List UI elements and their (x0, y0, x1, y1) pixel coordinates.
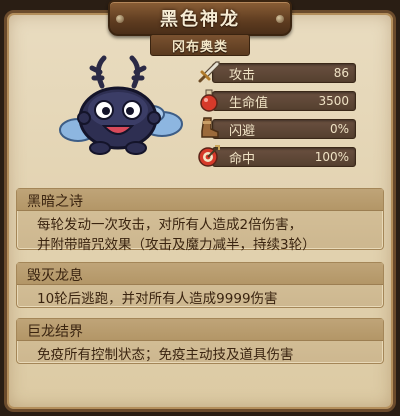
skill-card-dragon-barrier: 巨龙结界 免疫所有控制状态；免疫主动技及道具伤害 (16, 318, 384, 364)
skill-description: 每轮发动一次攻击，对所有人造成2倍伤害， 并附带暗咒效果（攻击及魔力减半，持续3… (17, 211, 383, 261)
black-dragon-blob-icon (59, 55, 183, 155)
title-plate: 黑色神龙 (108, 0, 292, 36)
stat-bar: 攻击 86 (212, 63, 356, 83)
stat-health: 生命值 3500 (196, 89, 356, 112)
rivet-icon (116, 15, 124, 23)
rivet-icon (276, 15, 284, 23)
skill-description-line: 10轮后逃跑，并对所有人造成9999伤害 (37, 291, 278, 307)
skill-card-dark-poem: 黑暗之诗 每轮发动一次攻击，对所有人造成2倍伤害， 并附带暗咒效果（攻击及魔力减… (16, 188, 384, 253)
stat-bar: 闪避 0% (212, 119, 356, 139)
stat-value: 100% (314, 150, 349, 164)
health-potion-icon (200, 89, 218, 112)
skill-description: 10轮后逃跑，并对所有人造成9999伤害 (17, 285, 383, 315)
skill-name: 毁灭龙息 (17, 263, 383, 285)
stat-label: 攻击 (229, 67, 256, 83)
stat-label: 命中 (229, 151, 256, 167)
skill-card-destruction-breath: 毁灭龙息 10轮后逃跑，并对所有人造成9999伤害 (16, 262, 384, 308)
stat-value: 86 (333, 66, 349, 80)
skill-description-line: 免疫所有控制状态；免疫主动技及道具伤害 (37, 347, 294, 363)
stats-list: 攻击 86 生命值 3500 闪避 0% 命中 100% (196, 61, 356, 174)
stat-label: 闪避 (229, 123, 256, 139)
stat-value: 0% (329, 122, 349, 136)
stat-dodge: 闪避 0% (196, 117, 356, 140)
sword-icon (198, 61, 220, 83)
stat-label: 生命值 (229, 95, 269, 111)
stat-attack: 攻击 86 (196, 61, 356, 84)
stat-bar: 命中 100% (212, 147, 356, 167)
target-icon (198, 145, 220, 167)
skill-description-line: 并附带暗咒效果（攻击及魔力减半，持续3轮） (37, 237, 316, 253)
skill-name: 巨龙结界 (17, 319, 383, 341)
stat-value: 3500 (318, 94, 349, 108)
skill-name: 黑暗之诗 (17, 189, 383, 211)
stat-bar: 生命值 3500 (212, 91, 356, 111)
skill-description: 免疫所有控制状态；免疫主动技及道具伤害 (17, 341, 383, 371)
boot-icon (201, 117, 219, 138)
stat-hit: 命中 100% (196, 145, 356, 168)
monster-name: 黑色神龙 (160, 9, 240, 30)
skill-description-line: 每轮发动一次攻击，对所有人造成2倍伤害， (37, 217, 303, 233)
